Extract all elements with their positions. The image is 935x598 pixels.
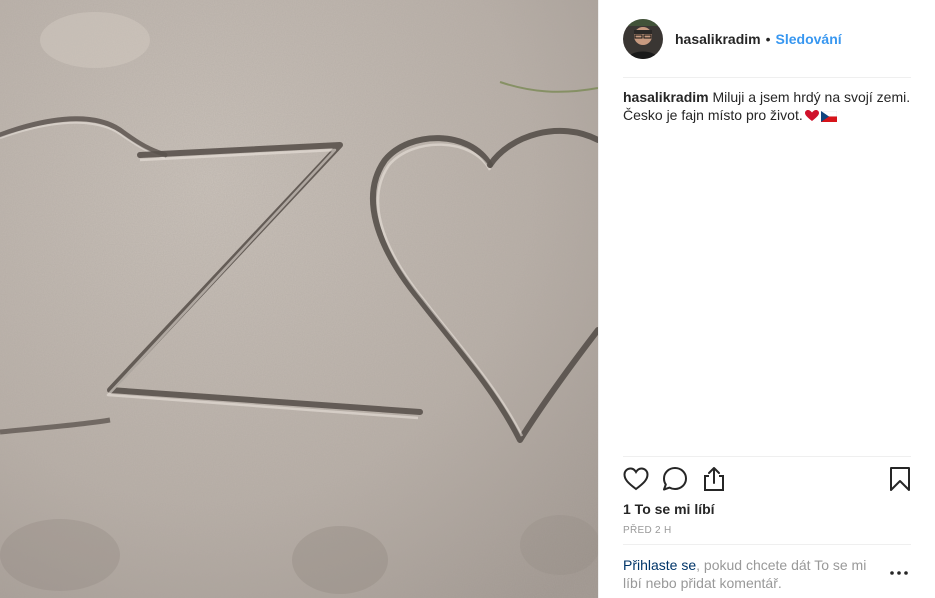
bookmark-icon[interactable] bbox=[887, 466, 913, 492]
share-icon[interactable] bbox=[701, 466, 727, 492]
comment-icon[interactable] bbox=[662, 466, 688, 492]
post-sidebar: hasalikradim • Sledování hasalikradim Mi… bbox=[598, 0, 935, 598]
post-photo[interactable] bbox=[0, 0, 598, 598]
instagram-post: hasalikradim • Sledování hasalikradim Mi… bbox=[0, 0, 935, 598]
czech-flag-icon bbox=[820, 108, 837, 126]
red-heart-icon bbox=[804, 108, 819, 126]
separator-dot: • bbox=[765, 31, 771, 47]
post-timestamp[interactable]: PŘED 2 H bbox=[623, 525, 672, 536]
divider bbox=[623, 456, 911, 457]
action-bar bbox=[623, 466, 913, 494]
caption-username[interactable]: hasalikradim bbox=[623, 89, 709, 105]
divider bbox=[623, 77, 911, 78]
avatar-image bbox=[623, 19, 663, 59]
login-link[interactable]: Přihlaste se bbox=[623, 557, 696, 573]
post-header: hasalikradim • Sledování bbox=[623, 18, 911, 60]
sand-heart-photo bbox=[0, 0, 598, 598]
heart-icon[interactable] bbox=[623, 466, 649, 492]
caption: hasalikradim Miluji a jsem hrdý na svojí… bbox=[623, 88, 913, 126]
more-icon[interactable] bbox=[889, 566, 909, 580]
divider bbox=[623, 544, 911, 545]
login-prompt: Přihlaste se, pokud chcete dát To se mi … bbox=[623, 556, 888, 592]
likes-count[interactable]: 1 To se mi líbí bbox=[623, 501, 715, 517]
avatar[interactable] bbox=[623, 19, 663, 59]
username-link[interactable]: hasalikradim bbox=[675, 31, 761, 47]
follow-button[interactable]: Sledování bbox=[776, 31, 842, 47]
